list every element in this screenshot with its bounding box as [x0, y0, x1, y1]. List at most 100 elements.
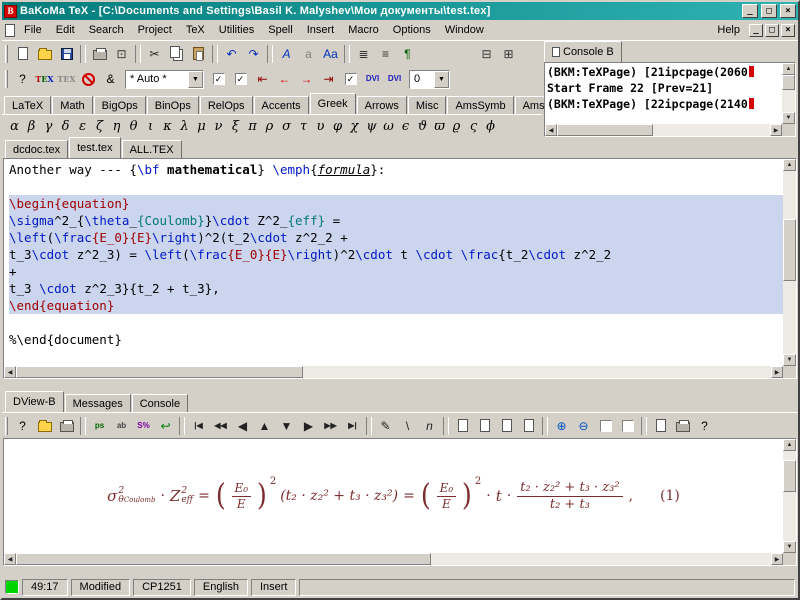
- dvi-open-button[interactable]: [34, 416, 55, 436]
- toolbar-grip[interactable]: [5, 45, 8, 63]
- scroll-down-button[interactable]: ▼: [783, 541, 796, 553]
- console-hscrollbar[interactable]: ◀ ▶: [545, 124, 782, 136]
- greek-symbol-button-6[interactable]: η: [108, 116, 125, 136]
- option-b-button[interactable]: [617, 416, 638, 436]
- greek-symbol-button-11[interactable]: μ: [193, 116, 210, 136]
- format-select[interactable]: * Auto *▼: [125, 70, 204, 89]
- menu-item-edit[interactable]: Edit: [49, 22, 82, 38]
- zoom-out-button[interactable]: ⊖: [573, 416, 594, 436]
- sectioning-button[interactable]: ¶: [397, 44, 418, 64]
- document-icon[interactable]: [5, 24, 15, 37]
- view-fit-width-button[interactable]: [518, 416, 539, 436]
- greek-symbol-button-3[interactable]: δ: [57, 116, 74, 136]
- scrollbar-thumb[interactable]: [783, 460, 796, 492]
- format-select-dropdown-button[interactable]: ▼: [188, 71, 203, 88]
- context-help-button[interactable]: ?: [12, 69, 33, 89]
- scrollbar-track[interactable]: [16, 366, 771, 378]
- print-preview-button[interactable]: ⊡: [111, 44, 132, 64]
- dvi-help-button[interactable]: ?: [12, 416, 33, 436]
- char-italic-button[interactable]: A: [276, 44, 297, 64]
- page-select[interactable]: 0▼: [409, 70, 450, 89]
- menu-item-help[interactable]: Help: [710, 22, 747, 38]
- page-next-button[interactable]: ▶: [298, 416, 319, 436]
- menu-item-search[interactable]: Search: [82, 22, 131, 38]
- text-select-button[interactable]: n: [419, 416, 440, 436]
- scrollbar-track[interactable]: [783, 451, 796, 541]
- preview-hscrollbar[interactable]: ◀ ▶: [4, 553, 783, 565]
- greek-symbol-button-28[interactable]: ϕ: [482, 116, 499, 136]
- scroll-down-button[interactable]: ▼: [783, 354, 796, 366]
- greek-symbol-button-26[interactable]: ϱ: [448, 116, 465, 136]
- view-double-page-button[interactable]: [474, 416, 495, 436]
- scroll-right-button[interactable]: ▶: [771, 553, 783, 565]
- scrollbar-thumb[interactable]: [557, 124, 653, 136]
- greek-symbol-button-2[interactable]: γ: [40, 116, 57, 136]
- greek-symbol-button-0[interactable]: α: [6, 116, 23, 136]
- menu-item-window[interactable]: Window: [438, 22, 491, 38]
- redo-button[interactable]: ↷: [243, 44, 264, 64]
- greek-symbol-button-25[interactable]: ϖ: [431, 116, 448, 136]
- about-button[interactable]: ?: [694, 416, 715, 436]
- scrollbar-track[interactable]: [557, 124, 770, 136]
- greek-symbol-button-24[interactable]: ϑ: [414, 116, 431, 136]
- greek-symbol-button-4[interactable]: ε: [74, 116, 91, 136]
- auto-view-button[interactable]: ✓: [208, 69, 229, 89]
- scroll-right-button[interactable]: ▶: [770, 124, 782, 136]
- toolbar-grip[interactable]: [5, 417, 8, 435]
- list-itemize-button[interactable]: ≡: [375, 44, 396, 64]
- tab-dview-b[interactable]: DView-B: [5, 391, 64, 412]
- menu-item-insert[interactable]: Insert: [300, 22, 342, 38]
- print-button[interactable]: [89, 44, 110, 64]
- new-file-button[interactable]: [12, 44, 33, 64]
- tab-console-b[interactable]: Console B: [544, 41, 622, 62]
- greek-symbol-button-13[interactable]: ξ: [227, 116, 244, 136]
- scroll-down-button[interactable]: ▼: [782, 112, 795, 124]
- export-ps-button[interactable]: ps: [89, 416, 110, 436]
- scrollbar-track[interactable]: [783, 171, 796, 354]
- greek-symbol-button-7[interactable]: θ: [125, 116, 142, 136]
- tab-amssymb[interactable]: AmsSymb: [447, 96, 513, 114]
- tab-accents[interactable]: Accents: [254, 96, 309, 114]
- pane-splitter[interactable]: [2, 379, 798, 391]
- error-next-button[interactable]: →: [296, 69, 317, 89]
- greek-symbol-button-10[interactable]: λ: [176, 116, 193, 136]
- menu-item-spell[interactable]: Spell: [261, 22, 299, 38]
- maximize-button[interactable]: □: [761, 4, 777, 18]
- page-setup-button[interactable]: [650, 416, 671, 436]
- greek-symbol-button-17[interactable]: τ: [295, 116, 312, 136]
- child-close-button[interactable]: ×: [781, 24, 795, 37]
- dvi-sync-button[interactable]: ✓: [340, 69, 361, 89]
- toggle-console-button[interactable]: ⊞: [498, 44, 519, 64]
- editor-vscrollbar[interactable]: ▲ ▼: [783, 159, 796, 366]
- close-button[interactable]: ×: [780, 4, 796, 18]
- cut-button[interactable]: ✂: [144, 44, 165, 64]
- font-tools-button[interactable]: ab: [111, 416, 132, 436]
- option-a-checkbox[interactable]: [600, 420, 612, 432]
- error-prev-button[interactable]: ←: [274, 69, 295, 89]
- scroll-left-button[interactable]: ◀: [4, 366, 16, 378]
- dvi-sync-checkbox[interactable]: ✓: [345, 73, 357, 85]
- scroll-up-button[interactable]: ▲: [782, 63, 795, 75]
- tab-binops[interactable]: BinOps: [147, 96, 199, 114]
- option-a-button[interactable]: [595, 416, 616, 436]
- export-svg-button[interactable]: S%: [133, 416, 154, 436]
- child-minimize-button[interactable]: _: [749, 24, 763, 37]
- tab-console[interactable]: Console: [132, 394, 188, 412]
- auto-refresh-button[interactable]: ✓: [230, 69, 251, 89]
- scroll-down-button[interactable]: ▼: [276, 416, 297, 436]
- page-fwd10-button[interactable]: ▶▶: [320, 416, 341, 436]
- greek-symbol-button-27[interactable]: ς: [465, 116, 482, 136]
- save-file-button[interactable]: [56, 44, 77, 64]
- scroll-up-button[interactable]: ▲: [783, 159, 796, 171]
- view-fit-page-button[interactable]: [496, 416, 517, 436]
- app-icon[interactable]: B: [4, 5, 17, 18]
- run-latex-button[interactable]: TEX: [34, 69, 55, 89]
- auto-refresh-checkbox[interactable]: ✓: [235, 73, 247, 85]
- scroll-up-button[interactable]: ▲: [254, 416, 275, 436]
- greek-symbol-button-9[interactable]: κ: [159, 116, 176, 136]
- stop-compile-button[interactable]: [78, 69, 99, 89]
- paste-button[interactable]: [188, 44, 209, 64]
- tab-greek[interactable]: Greek: [310, 93, 356, 114]
- editor-hscrollbar[interactable]: ◀ ▶: [4, 366, 783, 378]
- page-first-button[interactable]: |◀: [188, 416, 209, 436]
